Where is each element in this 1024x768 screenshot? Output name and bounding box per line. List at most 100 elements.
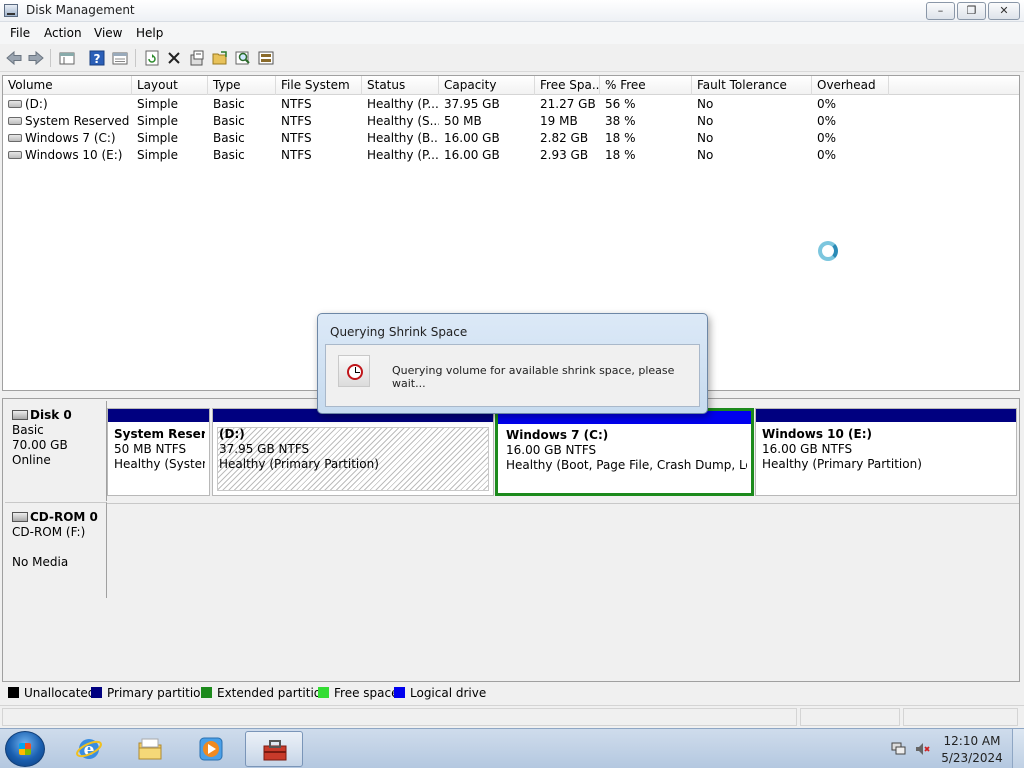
status-cell: Healthy (B... [367, 131, 439, 145]
cdrom-name: CD-ROM 0 [30, 510, 98, 524]
cdrom-media: No Media [12, 555, 69, 569]
partition-status: Healthy (Boot, Page File, Crash Dump, Lo… [506, 458, 747, 472]
busy-cursor-icon [818, 241, 838, 261]
partition-status: Healthy (System, [114, 457, 205, 471]
taskbar-time[interactable]: 12:10 AM [940, 734, 1004, 748]
start-button[interactable] [5, 731, 45, 767]
properties-icon[interactable] [188, 49, 206, 67]
partition-system-reserved[interactable]: System Reserve 50 MB NTFS Healthy (Syste… [107, 408, 210, 496]
volume-muted-icon[interactable] [915, 742, 931, 756]
windows-explorer-icon[interactable] [121, 731, 179, 767]
legend-logical-drive: Logical drive [394, 686, 486, 700]
volume-icon [8, 99, 22, 108]
disk-management-icon [4, 4, 18, 17]
column-capacity[interactable]: Capacity [439, 76, 535, 95]
dialog-title: Querying Shrink Space [330, 325, 468, 339]
table-row[interactable]: Windows 7 (C:) Simple Basic NTFS Healthy… [3, 130, 1019, 147]
fs-cell: NTFS [281, 148, 312, 162]
fault-cell: No [697, 131, 714, 145]
internet-explorer-icon[interactable]: e [60, 731, 118, 767]
menu-help[interactable]: Help [136, 26, 163, 40]
type-cell: Basic [213, 148, 245, 162]
disk-type: Basic [12, 423, 44, 437]
overhead-cell: 0% [817, 114, 837, 128]
table-row[interactable]: (D:) Simple Basic NTFS Healthy (P... 37.… [3, 96, 1019, 113]
open-icon[interactable] [211, 49, 229, 67]
show-desktop-button[interactable] [1012, 729, 1024, 768]
partition-windows-10-e[interactable]: Windows 10 (E:) 16.00 GB NTFS Healthy (P… [755, 408, 1017, 496]
column-overhead[interactable]: Overhead [812, 76, 889, 95]
refresh-icon[interactable] [143, 49, 161, 67]
partition-name: Windows 7 (C:) [506, 428, 609, 442]
menu-action[interactable]: Action [44, 26, 82, 40]
maximize-button[interactable]: ❐ [957, 2, 986, 20]
column-volume[interactable]: Volume [3, 76, 132, 95]
column-free-space[interactable]: Free Spa... [535, 76, 600, 95]
pct-free-cell: 18 % [605, 148, 636, 162]
forward-icon[interactable] [27, 49, 45, 67]
network-icon[interactable] [891, 742, 907, 756]
table-row[interactable]: Windows 10 (E:) Simple Basic NTFS Health… [3, 147, 1019, 164]
free-cell: 21.27 GB [540, 97, 596, 111]
media-player-icon[interactable] [182, 731, 240, 767]
cdrom-icon [12, 511, 28, 522]
clock-icon [338, 355, 370, 387]
free-cell: 19 MB [540, 114, 578, 128]
legend-free-space: Free space [318, 686, 398, 700]
rescan-disks-icon[interactable] [257, 49, 275, 67]
status-cell: Healthy (P... [367, 97, 439, 111]
fs-cell: NTFS [281, 131, 312, 145]
search-icon[interactable] [234, 49, 252, 67]
svg-text:?: ? [94, 52, 101, 66]
window-title: Disk Management [26, 3, 135, 17]
type-cell: Basic [213, 97, 245, 111]
volume-name: System Reserved [25, 114, 130, 128]
partition-d[interactable]: (D:) 37.95 GB NTFS Healthy (Primary Part… [212, 408, 494, 496]
toolbar: ? [0, 44, 1024, 72]
disk-name: Disk 0 [30, 408, 72, 422]
partition-size: 16.00 GB NTFS [762, 442, 853, 456]
volume-name: Windows 10 (E:) [25, 148, 123, 162]
help-icon[interactable]: ? [88, 49, 106, 67]
layout-cell: Simple [137, 148, 178, 162]
properties-pane-icon[interactable] [58, 49, 76, 67]
volume-name: Windows 7 (C:) [25, 131, 116, 145]
back-icon[interactable] [5, 49, 23, 67]
partition-status: Healthy (Primary Partition) [762, 457, 922, 471]
capacity-cell: 16.00 GB [444, 131, 500, 145]
column-status[interactable]: Status [362, 76, 439, 95]
volume-icon [8, 150, 22, 159]
pct-free-cell: 38 % [605, 114, 636, 128]
fault-cell: No [697, 148, 714, 162]
menu-bar: File Action View Help [0, 22, 1024, 44]
layout-cell: Simple [137, 114, 178, 128]
cdrom-0-label[interactable]: CD-ROM 0 CD-ROM (F:) No Media [5, 502, 107, 598]
delete-icon[interactable] [165, 49, 183, 67]
capacity-cell: 50 MB [444, 114, 482, 128]
querying-shrink-space-dialog: Querying Shrink Space Querying volume fo… [317, 313, 708, 414]
disk-0-label[interactable]: Disk 0 Basic 70.00 GB Online [5, 401, 107, 501]
legend: Unallocated Primary partition Extended p… [2, 683, 1020, 703]
column-headers: Volume Layout Type File System Status Ca… [3, 76, 1019, 95]
menu-view[interactable]: View [94, 26, 122, 40]
pane-view-icon[interactable] [111, 49, 129, 67]
menu-file[interactable]: File [10, 26, 30, 40]
partition-size: 37.95 GB NTFS [219, 442, 310, 456]
fs-cell: NTFS [281, 97, 312, 111]
computer-management-icon[interactable] [245, 731, 303, 767]
column-fault-tolerance[interactable]: Fault Tolerance [692, 76, 812, 95]
minimize-button[interactable]: – [926, 2, 955, 20]
fault-cell: No [697, 114, 714, 128]
title-bar: Disk Management – ❐ ✕ [0, 0, 1024, 22]
column-layout[interactable]: Layout [132, 76, 208, 95]
taskbar-date[interactable]: 5/23/2024 [940, 751, 1004, 765]
partition-windows-7-c[interactable]: Windows 7 (C:) 16.00 GB NTFS Healthy (Bo… [495, 408, 754, 496]
cdrom-empty-area[interactable] [107, 503, 1019, 599]
capacity-cell: 16.00 GB [444, 148, 500, 162]
close-button[interactable]: ✕ [988, 2, 1020, 20]
column-file-system[interactable]: File System [276, 76, 362, 95]
status-cell: Healthy (P... [367, 148, 439, 162]
column-type[interactable]: Type [208, 76, 276, 95]
table-row[interactable]: System Reserved Simple Basic NTFS Health… [3, 113, 1019, 130]
column-percent-free[interactable]: % Free [600, 76, 692, 95]
